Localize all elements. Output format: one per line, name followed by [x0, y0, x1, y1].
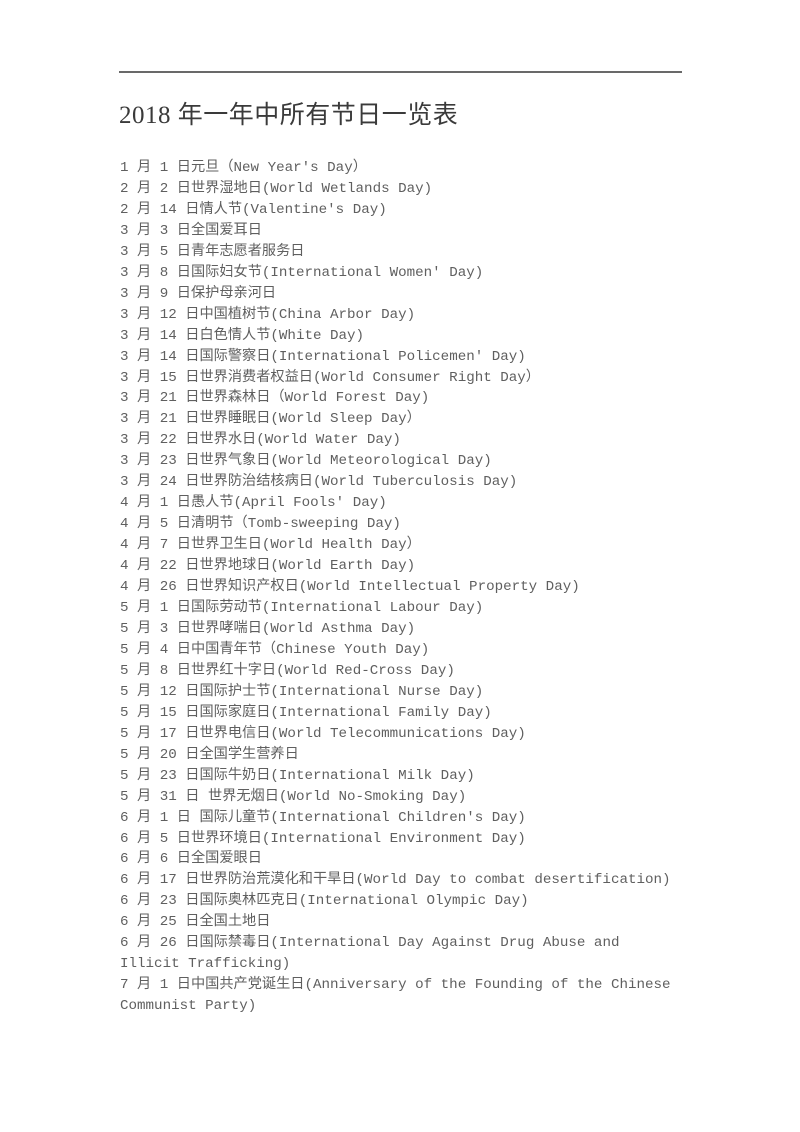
holiday-entry: 3 月 24 日世界防治结核病日(World Tuberculosis Day) — [120, 474, 518, 491]
holiday-entry: 6 月 26 日国际禁毒日(International Day Against … — [120, 935, 620, 973]
holiday-entry: 5 月 17 日世界电信日(World Telecommunications D… — [120, 725, 526, 742]
holiday-entry: 4 月 5 日清明节（Tomb-sweeping Day) — [120, 516, 401, 533]
holiday-entry: 5 月 20 日全国学生营养日 — [120, 746, 299, 763]
document-page: 2018 年一年中所有节日一览表 1 月 1 日元旦（New Year's Da… — [0, 0, 800, 1132]
holiday-entry: 7 月 1 日中国共产党诞生日(Anniversary of the Found… — [120, 977, 671, 1015]
holiday-entry: 3 月 15 日世界消费者权益日(World Consumer Right Da… — [120, 369, 540, 386]
holiday-entry: 4 月 7 日世界卫生日(World Health Day） — [120, 537, 421, 554]
holiday-entry: 6 月 23 日国际奥林匹克日(International Olympic Da… — [120, 893, 529, 910]
holiday-entry: 2 月 2 日世界湿地日(World Wetlands Day) — [120, 180, 433, 197]
holiday-entry: 5 月 3 日世界哮喘日(World Asthma Day) — [120, 620, 416, 637]
holiday-entry: 3 月 14 日白色情人节(White Day) — [120, 327, 365, 344]
page-title: 2018 年一年中所有节日一览表 — [119, 102, 459, 129]
holiday-entry: 6 月 25 日全国土地日 — [120, 914, 271, 931]
holiday-entry: 6 月 5 日世界环境日(International Environment D… — [120, 830, 526, 847]
header-divider-rule — [119, 71, 682, 73]
holiday-entry: 5 月 4 日中国青年节（Chinese Youth Day) — [120, 641, 430, 658]
holiday-entry: 3 月 22 日世界水日(World Water Day) — [120, 432, 401, 449]
holiday-entry: 3 月 12 日中国植树节(China Arbor Day) — [120, 306, 416, 323]
holiday-entry: 3 月 14 日国际警察日(International Policemen' D… — [120, 348, 526, 365]
holiday-entry: 3 月 21 日世界森林日（World Forest Day) — [120, 390, 430, 407]
holiday-entry: 4 月 26 日世界知识产权日(World Intellectual Prope… — [120, 579, 580, 596]
holiday-entry: 6 月 1 日 国际儿童节(International Children's D… — [120, 809, 526, 826]
holiday-entry: 5 月 8 日世界红十字日(World Red-Cross Day) — [120, 662, 455, 679]
holiday-entry: 5 月 1 日国际劳动节(International Labour Day) — [120, 600, 484, 617]
holiday-entry: 5 月 15 日国际家庭日(International Family Day) — [120, 704, 492, 721]
holiday-entry: 3 月 3 日全国爱耳日 — [120, 222, 262, 239]
holiday-entry: 1 月 1 日元旦（New Year's Day） — [120, 160, 367, 176]
holiday-entry: 3 月 9 日保护母亲河日 — [120, 285, 277, 302]
holiday-list: 1 月 1 日元旦（New Year's Day） 2 月 2 日世界湿地日(Wo… — [120, 158, 683, 1017]
holiday-entry: 3 月 23 日世界气象日(World Meteorological Day) — [120, 453, 492, 470]
holiday-entry: 3 月 8 日国际妇女节(International Women' Day) — [120, 264, 484, 281]
holiday-entry: 5 月 12 日国际护士节(International Nurse Day) — [120, 683, 484, 700]
holiday-entry: 3 月 21 日世界睡眠日(World Sleep Day） — [120, 411, 421, 428]
holiday-entry: 4 月 1 日愚人节(April Fools' Day) — [120, 495, 387, 512]
holiday-entry: 5 月 23 日国际牛奶日(International Milk Day) — [120, 767, 475, 784]
holiday-entry: 4 月 22 日世界地球日(World Earth Day) — [120, 558, 416, 575]
holiday-entry: 2 月 14 日情人节(Valentine's Day) — [120, 201, 387, 218]
holiday-entry: 5 月 31 日 世界无烟日(World No-Smoking Day) — [120, 788, 467, 805]
holiday-entry: 6 月 17 日世界防治荒漠化和干旱日(World Day to combat … — [120, 872, 671, 889]
holiday-entry: 3 月 5 日青年志愿者服务日 — [120, 243, 305, 260]
holiday-entry: 6 月 6 日全国爱眼日 — [120, 851, 262, 868]
